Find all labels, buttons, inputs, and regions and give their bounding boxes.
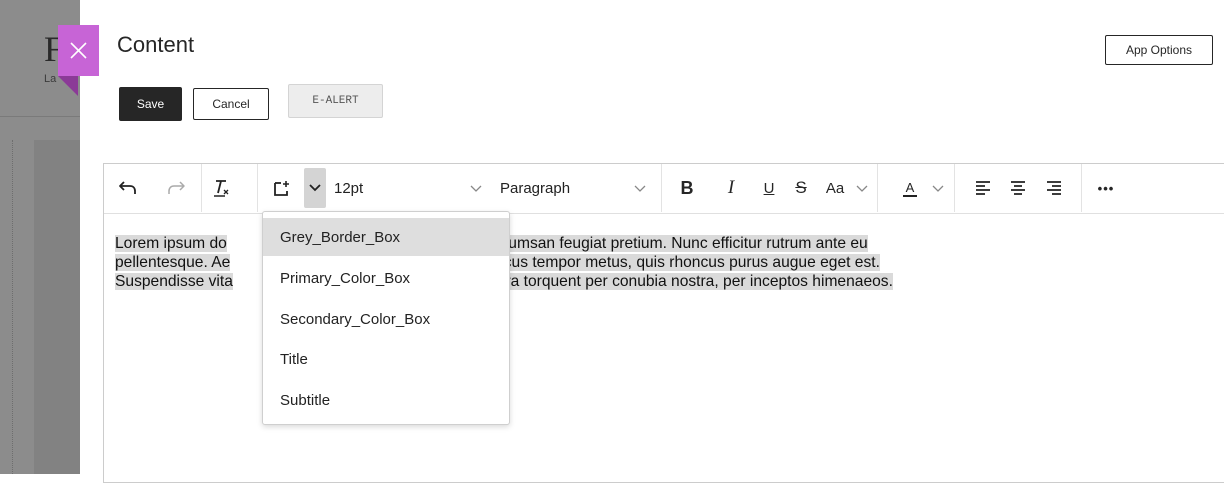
align-center-button[interactable] <box>1005 174 1031 202</box>
text-color-button[interactable]: A <box>895 174 925 202</box>
text-case-chevron-icon <box>856 185 868 192</box>
custom-style-button[interactable] <box>268 174 296 202</box>
underline-icon: U <box>763 179 775 197</box>
redo-icon <box>168 181 185 194</box>
underline-button[interactable]: U <box>756 174 782 202</box>
toolbar-separator <box>257 164 258 212</box>
clear-formatting-button[interactable] <box>206 174 236 202</box>
bold-icon: B <box>680 177 694 198</box>
block-format-chevron-icon <box>634 185 646 192</box>
align-right-icon <box>1047 181 1061 195</box>
content-text: Suspendisse vita <box>115 273 233 290</box>
italic-icon: I <box>727 177 735 198</box>
text-case-icon: Aa <box>825 179 845 197</box>
content-text: Lorem ipsum do <box>115 235 227 252</box>
style-option-grey-border-box[interactable]: Grey_Border_Box <box>263 218 509 256</box>
text-case-button[interactable]: Aa <box>820 174 850 202</box>
close-panel-button[interactable] <box>58 25 99 76</box>
close-icon <box>70 42 87 59</box>
text-color-chevron-icon <box>932 185 944 192</box>
font-size-select[interactable]: 12pt <box>334 174 464 202</box>
align-center-icon <box>1011 181 1025 195</box>
content-text: pellentesque. Ae <box>115 254 231 271</box>
style-option-title[interactable]: Title <box>263 340 509 378</box>
text-color-icon: A <box>902 180 918 197</box>
align-left-button[interactable] <box>970 174 996 202</box>
block-format-value: Paragraph <box>500 179 571 197</box>
undo-button[interactable] <box>116 174 140 202</box>
strikethrough-icon: S <box>795 178 807 197</box>
style-option-secondary-color-box[interactable]: Secondary_Color_Box <box>263 300 509 338</box>
custom-style-dropdown-toggle[interactable] <box>304 168 326 208</box>
more-options-button[interactable]: ••• <box>1089 174 1123 202</box>
toolbar-separator <box>877 164 878 212</box>
app-options-button[interactable]: App Options <box>1105 35 1213 65</box>
toolbar-separator <box>201 164 202 212</box>
close-button-fold <box>58 76 78 96</box>
strikethrough-button[interactable]: S <box>788 174 814 202</box>
block-format-select[interactable]: Paragraph <box>500 174 625 202</box>
e-alert-button[interactable]: E-ALERT <box>288 84 383 118</box>
italic-button[interactable]: I <box>718 174 744 202</box>
chevron-down-icon <box>309 184 321 192</box>
more-icon: ••• <box>1097 180 1115 196</box>
custom-style-icon <box>274 181 289 196</box>
style-option-subtitle[interactable]: Subtitle <box>263 381 509 419</box>
clear-formatting-icon <box>214 180 229 197</box>
font-size-chevron-icon <box>470 185 482 192</box>
bold-button[interactable]: B <box>674 174 700 202</box>
save-button[interactable]: Save <box>119 87 182 121</box>
background-divider <box>0 116 80 117</box>
custom-style-dropdown-menu: Grey_Border_Box Primary_Color_Box Second… <box>262 211 510 425</box>
style-option-primary-color-box[interactable]: Primary_Color_Box <box>263 259 509 297</box>
background-page-subtitle: La <box>44 73 57 85</box>
undo-icon <box>119 181 136 194</box>
panel-title: Content <box>117 32 195 57</box>
toolbar-separator <box>661 164 662 212</box>
editor-toolbar: 12pt Paragraph B I U S Aa A ••• <box>104 164 1224 214</box>
toolbar-separator <box>954 164 955 212</box>
toolbar-separator <box>1081 164 1082 212</box>
redo-button[interactable] <box>164 174 188 202</box>
align-left-icon <box>976 181 990 195</box>
background-dotted-line <box>12 140 14 474</box>
background-content-card <box>34 140 80 474</box>
font-size-value: 12pt <box>334 179 364 197</box>
align-right-button[interactable] <box>1041 174 1067 202</box>
cancel-button[interactable]: Cancel <box>193 88 269 120</box>
